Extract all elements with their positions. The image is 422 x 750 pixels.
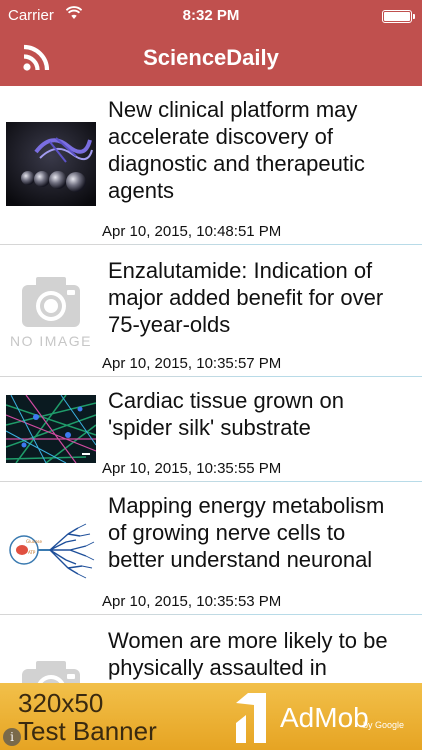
no-image-placeholder	[6, 659, 96, 683]
article-date: Apr 10, 2015, 10:35:55 PM	[102, 460, 282, 477]
ad-line1: 320x50	[18, 688, 104, 718]
microscopy-image	[6, 122, 96, 206]
ad-brand: AdMob	[280, 702, 369, 733]
nav-bar: ScienceDaily	[0, 32, 422, 86]
ad-line2: Test Banner	[18, 716, 157, 746]
no-image-label: NO IMAGE	[9, 333, 92, 349]
status-bar: Carrier 8:32 PM	[0, 0, 422, 32]
list-item[interactable]: Cardiac tissue grown on 'spider silk' su…	[0, 377, 422, 483]
ad-banner[interactable]: i 320x50 Test Banner AdMob by Google	[0, 683, 422, 750]
battery-icon	[382, 10, 415, 23]
clock: 8:32 PM	[182, 7, 240, 24]
list-item[interactable]: New clinical platform may accelerate dis…	[0, 86, 422, 246]
page-title: ScienceDaily	[143, 45, 279, 70]
fluorescent-fibers-image	[6, 395, 96, 463]
list-item[interactable]: Women are more likely to be physically a…	[0, 615, 422, 683]
article-title: Mapping energy metabolism of growing ner…	[108, 493, 385, 572]
camera-icon	[22, 277, 80, 327]
article-title: Women are more likely to be physically a…	[108, 628, 388, 680]
neuron-diagram-image: Glucose ATP	[6, 520, 96, 580]
article-title: Enzalutamide: Indication of major added …	[108, 258, 384, 337]
article-list[interactable]: New clinical platform may accelerate dis…	[0, 86, 422, 683]
article-date: Apr 10, 2015, 10:35:53 PM	[102, 593, 282, 610]
svg-text:ATP: ATP	[28, 550, 36, 555]
ad-by-label: by Google	[363, 720, 405, 730]
article-title: Cardiac tissue grown on 'spider silk' su…	[108, 388, 345, 440]
admob-logo-icon	[236, 693, 266, 743]
camera-icon	[22, 661, 80, 683]
list-item[interactable]: Glucose ATP Mapping energy metabolism of…	[0, 482, 422, 622]
article-date: Apr 10, 2015, 10:48:51 PM	[102, 223, 282, 240]
list-item[interactable]: NO IMAGE Enzalutamide: Indication of maj…	[0, 245, 422, 377]
no-image-placeholder: NO IMAGE	[6, 275, 96, 349]
article-title: New clinical platform may accelerate dis…	[108, 97, 365, 203]
article-date: Apr 10, 2015, 10:35:57 PM	[102, 355, 282, 372]
svg-text:Glucose: Glucose	[26, 539, 42, 544]
